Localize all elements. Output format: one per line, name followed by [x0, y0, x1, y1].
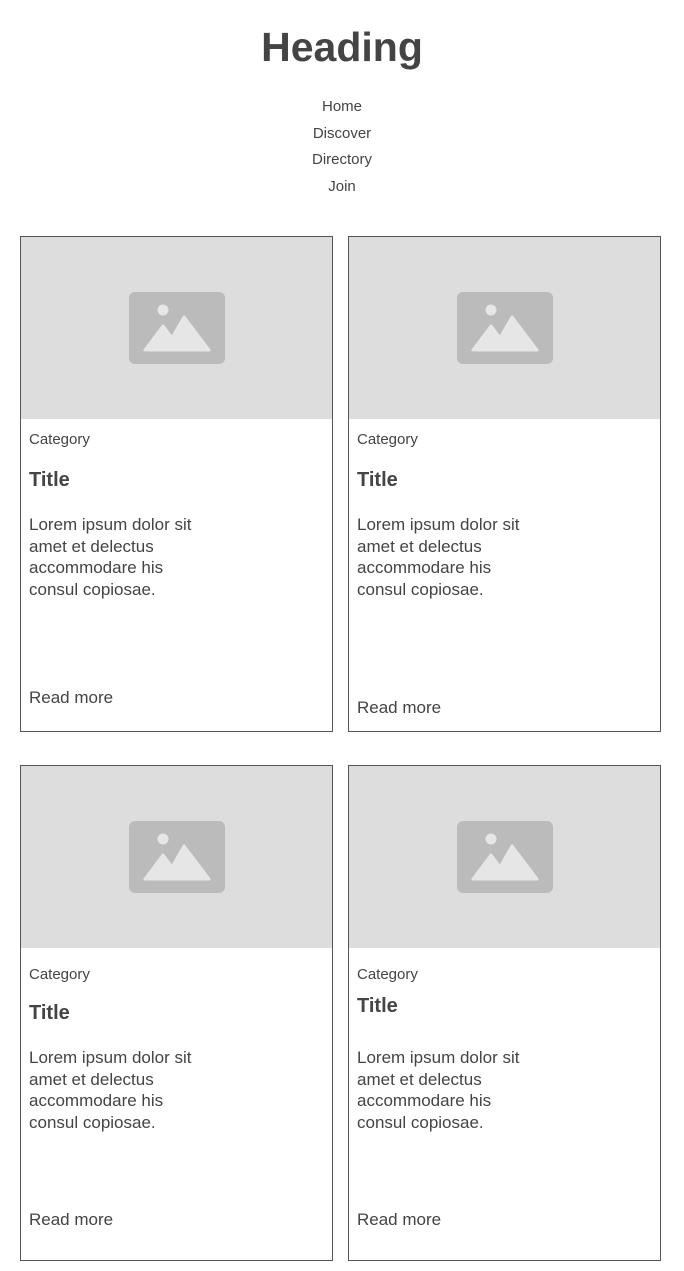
image-placeholder-icon [128, 292, 225, 364]
image-placeholder-icon [456, 292, 553, 364]
card: Category Title Lorem ipsum dolor sit ame… [348, 236, 661, 732]
nav-link-join[interactable]: Join [282, 174, 402, 201]
card: Category Title Lorem ipsum dolor sit ame… [348, 765, 661, 1261]
read-more-link[interactable]: Read more [29, 1210, 113, 1230]
read-more-link[interactable]: Read more [357, 698, 441, 718]
nav-link-discover[interactable]: Discover [282, 121, 402, 148]
card-category: Category [29, 431, 90, 448]
card-body: Lorem ipsum dolor sit amet et delectus a… [357, 1048, 520, 1133]
nav-item-join: Join [0, 174, 684, 201]
nav-link-directory[interactable]: Directory [282, 147, 402, 174]
nav-item-discover: Discover [0, 121, 684, 148]
read-more-link[interactable]: Read more [357, 1210, 441, 1230]
card-body: Lorem ipsum dolor sit amet et delectus a… [29, 515, 192, 600]
card: Category Title Lorem ipsum dolor sit ame… [20, 765, 333, 1261]
card-image [349, 237, 660, 419]
card-category: Category [357, 431, 418, 448]
nav-item-directory: Directory [0, 147, 684, 174]
main-nav: Home Discover Directory Join [0, 94, 684, 201]
page-heading: Heading [261, 24, 423, 70]
card-image [21, 766, 332, 948]
card-title: Title [29, 469, 70, 491]
nav-item-home: Home [0, 94, 684, 121]
card-body: Lorem ipsum dolor sit amet et delectus a… [357, 515, 520, 600]
card-title: Title [357, 469, 398, 491]
read-more-link[interactable]: Read more [29, 688, 113, 708]
card: Category Title Lorem ipsum dolor sit ame… [20, 236, 333, 732]
image-placeholder-icon [456, 821, 553, 893]
card-title: Title [357, 995, 398, 1017]
card-image [21, 237, 332, 419]
card-body: Lorem ipsum dolor sit amet et delectus a… [29, 1048, 192, 1133]
nav-link-home[interactable]: Home [282, 94, 402, 121]
card-image [349, 766, 660, 948]
card-category: Category [29, 966, 90, 983]
card-category: Category [357, 966, 418, 983]
image-placeholder-icon [128, 821, 225, 893]
card-title: Title [29, 1002, 70, 1024]
